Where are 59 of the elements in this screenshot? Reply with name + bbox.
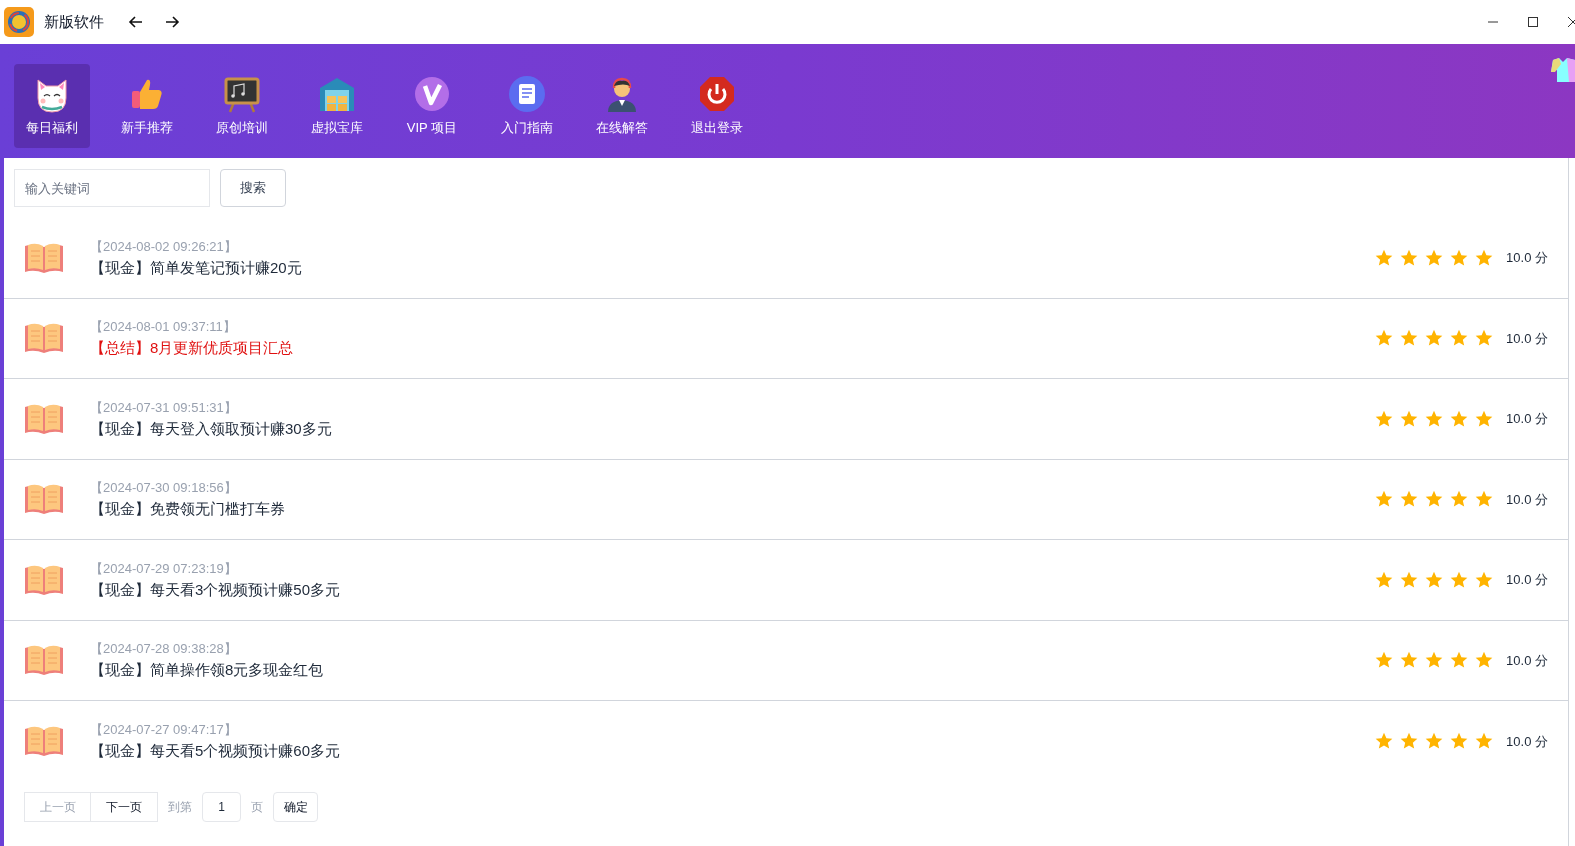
nav-tab[interactable]: 原创培训 [204,64,280,148]
article-date: 【2024-08-02 09:26:21】 [90,237,238,256]
article-date: 【2024-07-29 07:23:19】 [90,559,238,578]
nav-tab[interactable]: 入门指南 [489,64,565,148]
article-title: 【现金】每天登入领取预计赚30多元 [90,418,333,439]
article-title: 【现金】简单操作领8元多现金红包 [90,660,325,681]
rating-score: 10.0 分 [1506,651,1548,670]
rating-score: 10.0 分 [1506,249,1548,267]
article-row[interactable]: 【2024-07-31 09:51:31】 【现金】每天登入领取预计赚30多元 10.0 分 [4,379,1568,460]
article-row[interactable]: 【2024-07-27 09:47:17】 【现金】每天看5个视频预计赚60多元 10.0 分 [4,701,1568,782]
nav-tab[interactable]: 退出登录 [679,64,755,148]
page-number-field[interactable]: 1 [202,791,241,822]
confirm-button[interactable]: 确定 [273,791,318,822]
rating-score: 10.0 分 [1506,410,1548,428]
window-title: 新版软件 [44,11,104,32]
document-icon [507,74,547,114]
open-book-icon [24,483,64,516]
nav-tab[interactable]: 虚拟宝库 [299,64,375,148]
search-button[interactable]: 搜索 [220,169,286,207]
article-title: 【总结】8月更新优质项目汇总 [90,338,295,359]
shirt-icon [1549,58,1575,82]
rating-score: 10.0 分 [1506,490,1548,509]
forward-arrow-icon[interactable] [164,14,180,30]
vip-badge-icon [412,74,452,114]
article-row[interactable]: 【2024-07-30 09:18:56】 【现金】免费领无门槛打车券 10.0 分 [4,459,1568,540]
article-row[interactable]: 【2024-07-28 09:38:28】 【现金】简单操作领8元多现金红包 10.0 分 [4,620,1568,701]
article-title: 【现金】简单发笔记预计赚20元 [90,257,303,278]
article-title: 【现金】每天看5个视频预计赚60多元 [90,741,342,762]
back-arrow-icon[interactable] [128,14,144,30]
goto-label: 到第 [168,798,192,816]
open-book-icon [24,322,64,355]
nav-tab[interactable]: VIP 项目 [394,64,470,148]
nav-tab[interactable]: 新手推荐 [109,64,185,148]
article-date: 【2024-08-01 09:37:11】 [90,318,237,337]
rating-score: 10.0 分 [1506,329,1548,348]
search-field[interactable]: 输入关键词 [14,169,210,207]
article-row[interactable]: 【2024-07-29 07:23:19】 【现金】每天看3个视频预计赚50多元 10.0 分 [4,540,1568,621]
article-row[interactable]: 【2024-08-02 09:26:21】 【现金】简单发笔记预计赚20元 10.0 分 [4,218,1568,299]
power-icon [697,74,737,114]
rating-score: 10.0 分 [1506,732,1548,751]
open-book-icon [24,402,64,435]
open-book-icon [24,241,64,274]
article-row[interactable]: 【2024-08-01 09:37:11】 【总结】8月更新优质项目汇总 10.0 分 [4,298,1568,379]
article-date: 【2024-07-30 09:18:56】 [90,479,238,498]
open-book-icon [24,644,64,677]
article-date: 【2024-07-31 09:51:31】 [90,398,238,417]
app-logo-icon [4,7,34,37]
next-page-button[interactable]: 下一页 [91,791,158,822]
article-date: 【2024-07-28 09:38:28】 [90,640,238,659]
article-date: 【2024-07-27 09:47:17】 [90,721,238,740]
article-title: 【现金】每天看3个视频预计赚50多元 [90,579,342,600]
nav-tab[interactable]: 在线解答 [584,64,660,148]
article-title: 【现金】免费领无门槛打车券 [90,499,286,520]
nav-tab[interactable]: 每日福利 [14,64,90,148]
maximize-icon[interactable] [1527,16,1539,28]
open-book-icon [24,725,64,758]
page-suffix: 页 [251,798,263,816]
open-book-icon [24,563,64,596]
rating-score: 10.0 分 [1506,571,1548,589]
